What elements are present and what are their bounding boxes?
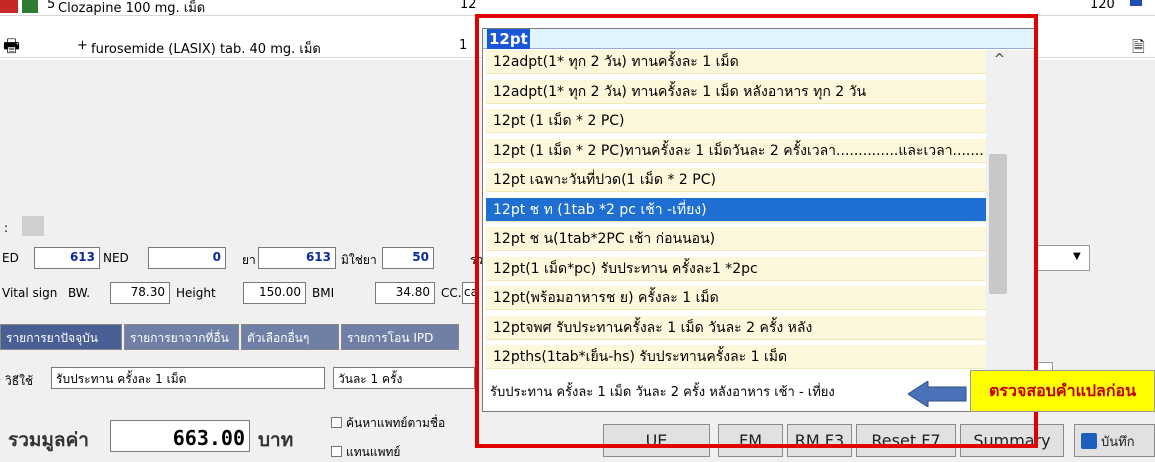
highlight-frame	[475, 14, 1038, 448]
document-icon: 🗎	[1132, 37, 1145, 56]
drug-label: ยา	[242, 253, 256, 267]
usage-label: วิธีใช้	[5, 374, 34, 388]
vital-sign-label: Vital sign	[2, 286, 58, 300]
tab-label: รายการยาจากที่อื่น	[130, 331, 229, 345]
total-label: รวมมูลค่า	[8, 429, 89, 451]
ned-value: 0	[148, 247, 226, 269]
nondrug-label: มิใช่ยา	[341, 253, 377, 267]
cc-field[interactable]: ca	[462, 282, 478, 304]
drug-value: 613	[258, 247, 336, 269]
usage-field[interactable]: รับประทาน ครั้งละ 1 เม็ด	[51, 367, 325, 389]
total-value: 663.00	[110, 420, 250, 452]
cc-label: CC.	[441, 286, 462, 300]
qty-cell: 12	[460, 0, 477, 12]
printer-icon: 🖶	[3, 36, 20, 57]
bw-field[interactable]: 78.30	[110, 282, 170, 304]
tab-ipd-transfer[interactable]: รายการโอน IPD	[341, 324, 459, 350]
height-label: Height	[176, 286, 216, 300]
scrollbar-stub[interactable]	[22, 216, 44, 236]
row-number: 5	[47, 0, 56, 12]
amount-cell: 120	[1090, 0, 1115, 12]
qty-cell: 1	[459, 38, 468, 53]
save-icon	[1081, 433, 1097, 449]
ed-label: ED	[2, 251, 19, 265]
ned-label: NED	[103, 251, 129, 265]
chevron-down-icon: ▼	[1073, 251, 1081, 262]
drug-name: furosemide (LASIX) tab. 40 mg. เม็ด	[91, 42, 321, 57]
tab-other-options[interactable]: ตัวเลือกอื่นๆ	[241, 324, 339, 350]
tab-label: รายการยาปัจจุบัน	[6, 331, 98, 345]
doctor-search-label: ค้นหาแพทย์ตามชื่อ	[346, 416, 446, 430]
save-label: บันทึก	[1101, 435, 1135, 450]
save-button[interactable]: บันทึก	[1074, 424, 1155, 457]
height-field[interactable]: 150.00	[243, 282, 306, 304]
check-translation-callout: ตรวจสอบคำแปลก่อน	[970, 370, 1155, 412]
add-icon	[22, 0, 38, 13]
doctor-alt-label: แทนแพทย์	[346, 445, 401, 459]
currency-label: บาท	[258, 429, 294, 451]
row-number: +	[77, 38, 88, 53]
drug-name: Clozapine 100 mg. เม็ด	[58, 1, 206, 16]
colon-mark: :	[4, 221, 9, 235]
frequency-field[interactable]: วันละ 1 ครั้ง	[333, 367, 475, 389]
tab-outside-drugs[interactable]: รายการยาจากที่อื่น	[124, 324, 239, 350]
tab-current-drugs[interactable]: รายการยาปัจจุบัน	[0, 324, 122, 350]
bmi-label: BMI	[312, 286, 335, 300]
tab-label: ตัวเลือกอื่นๆ	[247, 331, 310, 345]
nondrug-value: 50	[382, 247, 434, 269]
blank-area	[0, 60, 475, 240]
doctor-search-checkbox[interactable]	[331, 417, 342, 428]
tab-label: รายการโอน IPD	[347, 331, 434, 345]
doctor-alt-checkbox[interactable]	[331, 446, 342, 457]
status-icon	[1130, 0, 1142, 6]
ed-value: 613	[34, 247, 100, 269]
bmi-field[interactable]: 34.80	[375, 282, 435, 304]
bw-label: BW.	[68, 286, 91, 300]
flag-icon	[0, 0, 18, 13]
